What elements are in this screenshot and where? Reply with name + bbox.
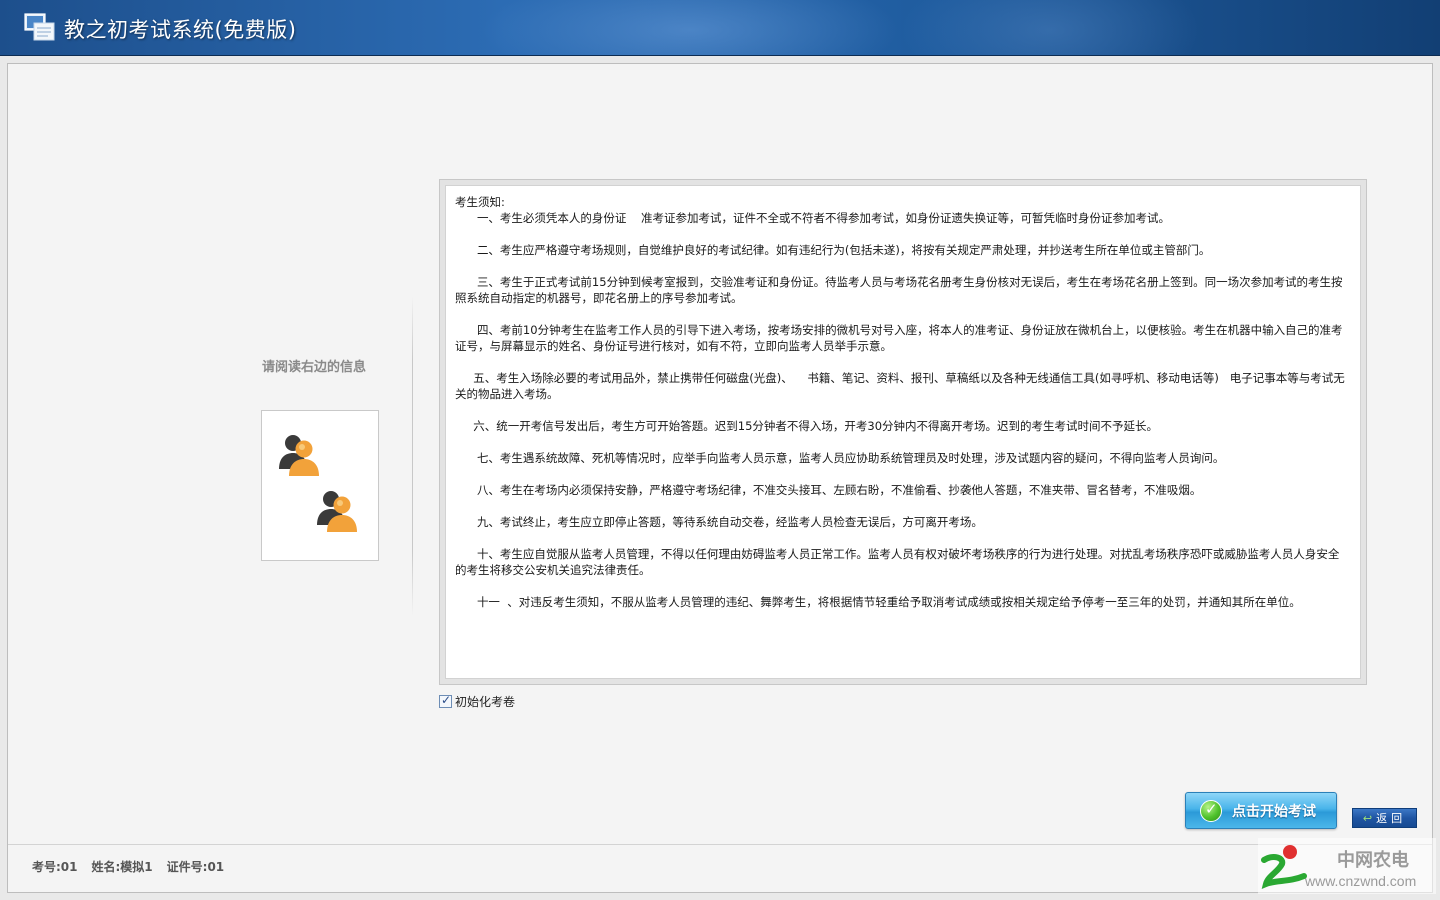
notice-heading: 考生须知: — [455, 195, 505, 209]
init-paper-checkbox[interactable] — [439, 693, 452, 708]
candidates-image-box — [261, 410, 379, 561]
notice-paragraph: 三、考生于正式考试前15分钟到候考室报到，交验准考证和身份证。待监考人员与考场花… — [455, 275, 1343, 305]
notice-paragraph: 八、考生在考场内必须保持安静，严格遵守考场纪律，不准交头接耳、左顾右盼，不准偷看… — [455, 483, 1202, 497]
candidate-name: 姓名:模拟1 — [91, 860, 153, 874]
title-bar: 教之初考试系统(免费版) — [0, 0, 1440, 56]
titlebar-glow-2 — [900, 0, 1200, 55]
id-number: 证件号:01 — [166, 860, 225, 874]
users-icon — [279, 435, 319, 476]
notice-paragraph: 六、统一开考信号发出后，考生方可开始答题。迟到15分钟者不得入场，开考30分钟内… — [455, 419, 1159, 433]
back-arrow-icon: ↩ — [1362, 811, 1373, 825]
watermark-url: www.cnzwnd.com — [1305, 873, 1417, 889]
footer-divider — [8, 844, 1432, 845]
notice-paragraph: 二、考生应严格遵守考场规则，自觉维护良好的考试纪律。如有违纪行为(包括未遂)，将… — [455, 243, 1211, 257]
notice-paragraph: 十一 、对违反考生须知，不服从监考人员管理的违纪、舞弊考生，将根据情节轻重给予取… — [455, 595, 1301, 609]
notice-paragraph: 一、考生必须凭本人的身份证 准考证参加考试，证件不全或不符者不得参加考试，如身份… — [455, 211, 1171, 225]
init-paper-option[interactable]: 初始化考卷 — [439, 693, 515, 709]
checkmark-icon — [1200, 799, 1222, 822]
candidate-info-bar: 考号:01 姓名:模拟1 证件号:01 — [32, 858, 224, 875]
init-paper-label[interactable]: 初始化考卷 — [455, 693, 515, 710]
exam-number: 考号:01 — [32, 860, 78, 874]
app-title: 教之初考试系统(免费版) — [64, 18, 297, 42]
start-exam-label: 点击开始考试 — [1232, 803, 1316, 820]
exam-notice-text[interactable]: 考生须知: 一、考生必须凭本人的身份证 准考证参加考试，证件不全或不符者不得参加… — [445, 185, 1361, 679]
notice-paragraph: 五、考生入场除必要的考试用品外，禁止携带任何磁盘(光盘)、 书籍、笔记、资料、报… — [455, 371, 1345, 401]
back-button[interactable]: ↩ 返回 — [1352, 808, 1417, 828]
vertical-divider — [412, 296, 413, 616]
notice-paragraph: 七、考生遇系统故障、死机等情况时，应举手向监考人员示意，监考人员应协助系统管理员… — [455, 451, 1225, 465]
notice-paragraph: 九、考试终止，考生应立即停止答题，等待系统自动交卷，经监考人员检查无误后，方可离… — [455, 515, 983, 529]
watermark-name: 中网农电 — [1337, 850, 1409, 871]
users-icon-2 — [317, 491, 357, 532]
watermark-logo-icon — [1261, 845, 1307, 889]
titlebar-glow — [480, 0, 900, 55]
read-prompt-label: 请阅读右边的信息 — [262, 360, 367, 375]
start-exam-button[interactable]: 点击开始考试 — [1185, 792, 1337, 829]
notice-paragraph: 十、考生应自觉服从监考人员管理，不得以任何理由妨碍监考人员正常工作。监考人员有权… — [455, 547, 1340, 577]
app-logo-icon — [24, 13, 55, 41]
back-label: 返回 — [1376, 812, 1407, 825]
notice-paragraph: 四、考前10分钟考生在监考工作人员的引导下进入考场，按考场安排的微机号对号入座，… — [455, 323, 1343, 353]
